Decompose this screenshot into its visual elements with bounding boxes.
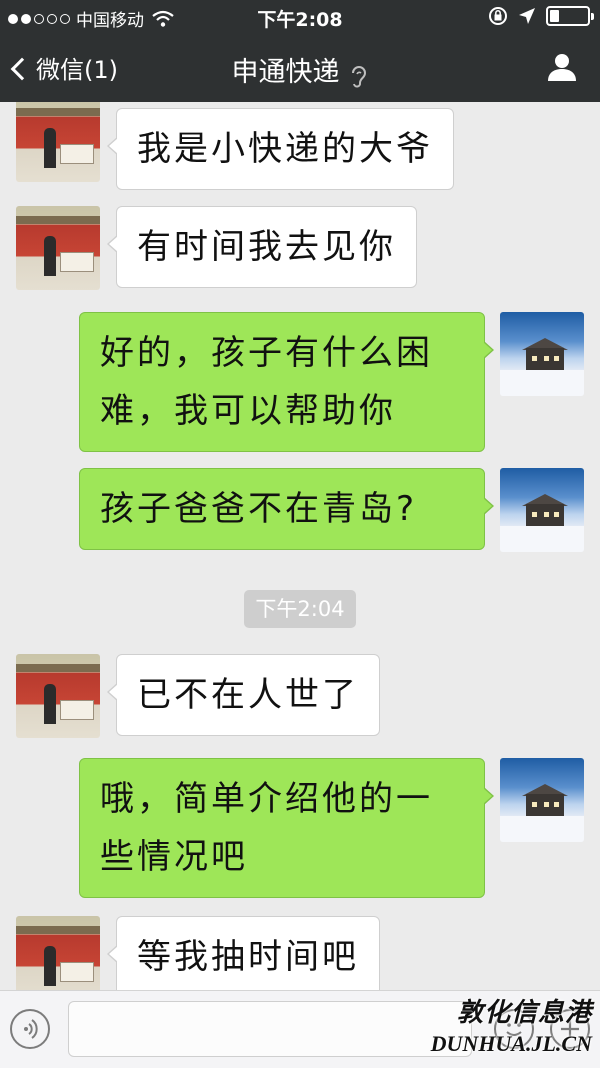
watermark-url: DUNHUA.JL.CN [430, 1031, 592, 1056]
message-bubble-outgoing[interactable]: 孩子爸爸不在青岛? [79, 468, 494, 550]
watermark: 敦化信息港 DUNHUA.JL.CN [431, 992, 592, 1057]
nav-title-wrap: 申通快递 [0, 50, 600, 91]
ear-icon [351, 65, 366, 88]
message-bubble-incoming[interactable]: 等我抽时间吧 [107, 916, 380, 990]
profile-icon[interactable] [546, 52, 578, 82]
avatar-self[interactable] [500, 758, 584, 842]
timestamp-label: 下午2:04 [244, 590, 356, 628]
message-bubble-outgoing[interactable]: 好的，孩子有什么困 难，我可以帮助你 [79, 312, 494, 452]
watermark-chinese: 敦化信息港 [456, 998, 592, 1028]
chat-area[interactable]: 我是小快递的大爷 有时间我去见你 好的，孩子有什么困 难，我可以帮助你 孩子爸爸… [0, 102, 600, 990]
avatar-self[interactable] [500, 468, 584, 552]
message-line: 好的，孩子有什么困 [100, 333, 433, 373]
message-line: 哦，简单介绍他的一 [100, 779, 433, 819]
message-line: 难，我可以帮助你 [100, 391, 396, 431]
message-input[interactable] [68, 1001, 472, 1057]
message-bubble-outgoing[interactable]: 哦，简单介绍他的一 些情况吧 [79, 758, 494, 898]
message-bubble-incoming[interactable]: 我是小快递的大爷 [107, 108, 454, 190]
avatar-self[interactable] [500, 312, 584, 396]
avatar-sender[interactable] [16, 654, 100, 738]
message-line: 些情况吧 [100, 837, 248, 877]
battery-icon [546, 6, 594, 26]
avatar-sender[interactable] [16, 102, 100, 182]
message-bubble-incoming[interactable]: 有时间我去见你 [107, 206, 417, 288]
status-bar: 中国移动 下午2:08 [0, 0, 600, 34]
avatar-sender[interactable] [16, 916, 100, 990]
nav-bar: 微信(1) 申通快递 [0, 34, 600, 102]
rotation-lock-icon [489, 7, 507, 25]
battery-level [550, 10, 559, 22]
location-icon [519, 8, 535, 24]
status-right [488, 6, 594, 26]
avatar-sender[interactable] [16, 206, 100, 290]
message-bubble-incoming[interactable]: 已不在人世了 [107, 654, 380, 736]
voice-button[interactable] [10, 1009, 50, 1049]
voice-icon [24, 1019, 38, 1039]
chat-title: 申通快递 [231, 57, 340, 88]
